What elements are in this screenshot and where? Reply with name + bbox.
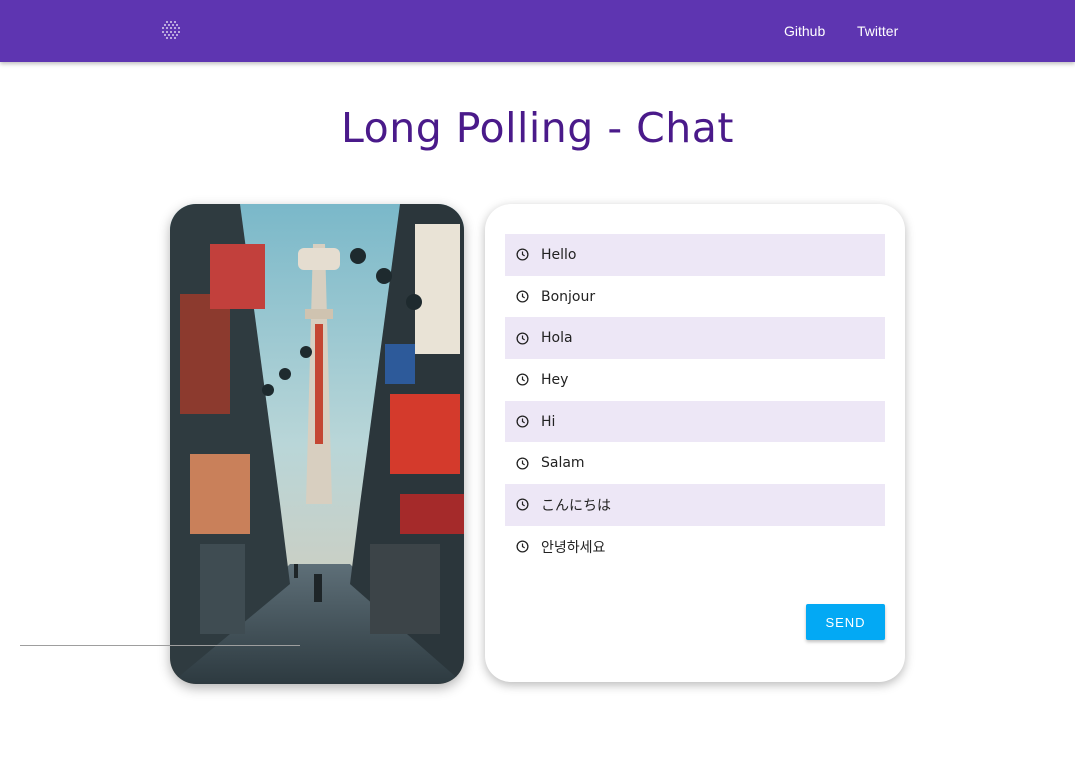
message-text: Hey	[541, 371, 569, 388]
clock-icon	[516, 415, 529, 428]
message-list: Hello Bonjour Hola Hey Hi Salam こんにちは 안녕…	[505, 234, 885, 568]
message-item: Hi	[505, 400, 885, 443]
page-title: Long Polling - Chat	[341, 104, 734, 152]
nav-link-twitter[interactable]: Twitter	[857, 22, 898, 40]
message-item: Hey	[505, 359, 885, 401]
clock-icon	[516, 332, 529, 345]
clock-icon	[516, 540, 529, 553]
message-text: Hi	[541, 413, 556, 430]
message-item: Hello	[505, 234, 885, 276]
message-item: Salam	[505, 442, 885, 484]
send-button[interactable]: SEND	[806, 604, 885, 640]
message-item: こんにちは	[505, 484, 885, 526]
message-text: こんにちは	[541, 497, 611, 514]
message-item: 안녕하세요	[505, 526, 885, 568]
clock-icon	[516, 373, 529, 386]
clock-icon	[516, 290, 529, 303]
message-text: Salam	[541, 455, 585, 472]
message-text: Hello	[541, 246, 577, 263]
message-text: 안녕하세요	[541, 539, 606, 556]
dotted-sphere-icon[interactable]	[161, 20, 181, 40]
top-navbar: Github Twitter	[0, 0, 1075, 62]
nav-link-github[interactable]: Github	[784, 22, 825, 40]
message-input[interactable]	[20, 606, 300, 646]
message-text: Hola	[541, 330, 573, 347]
clock-icon	[516, 248, 529, 261]
clock-icon	[516, 457, 529, 470]
message-item: Hola	[505, 317, 885, 360]
clock-icon	[516, 498, 529, 512]
message-item: Bonjour	[505, 276, 885, 318]
message-text: Bonjour	[541, 288, 596, 305]
